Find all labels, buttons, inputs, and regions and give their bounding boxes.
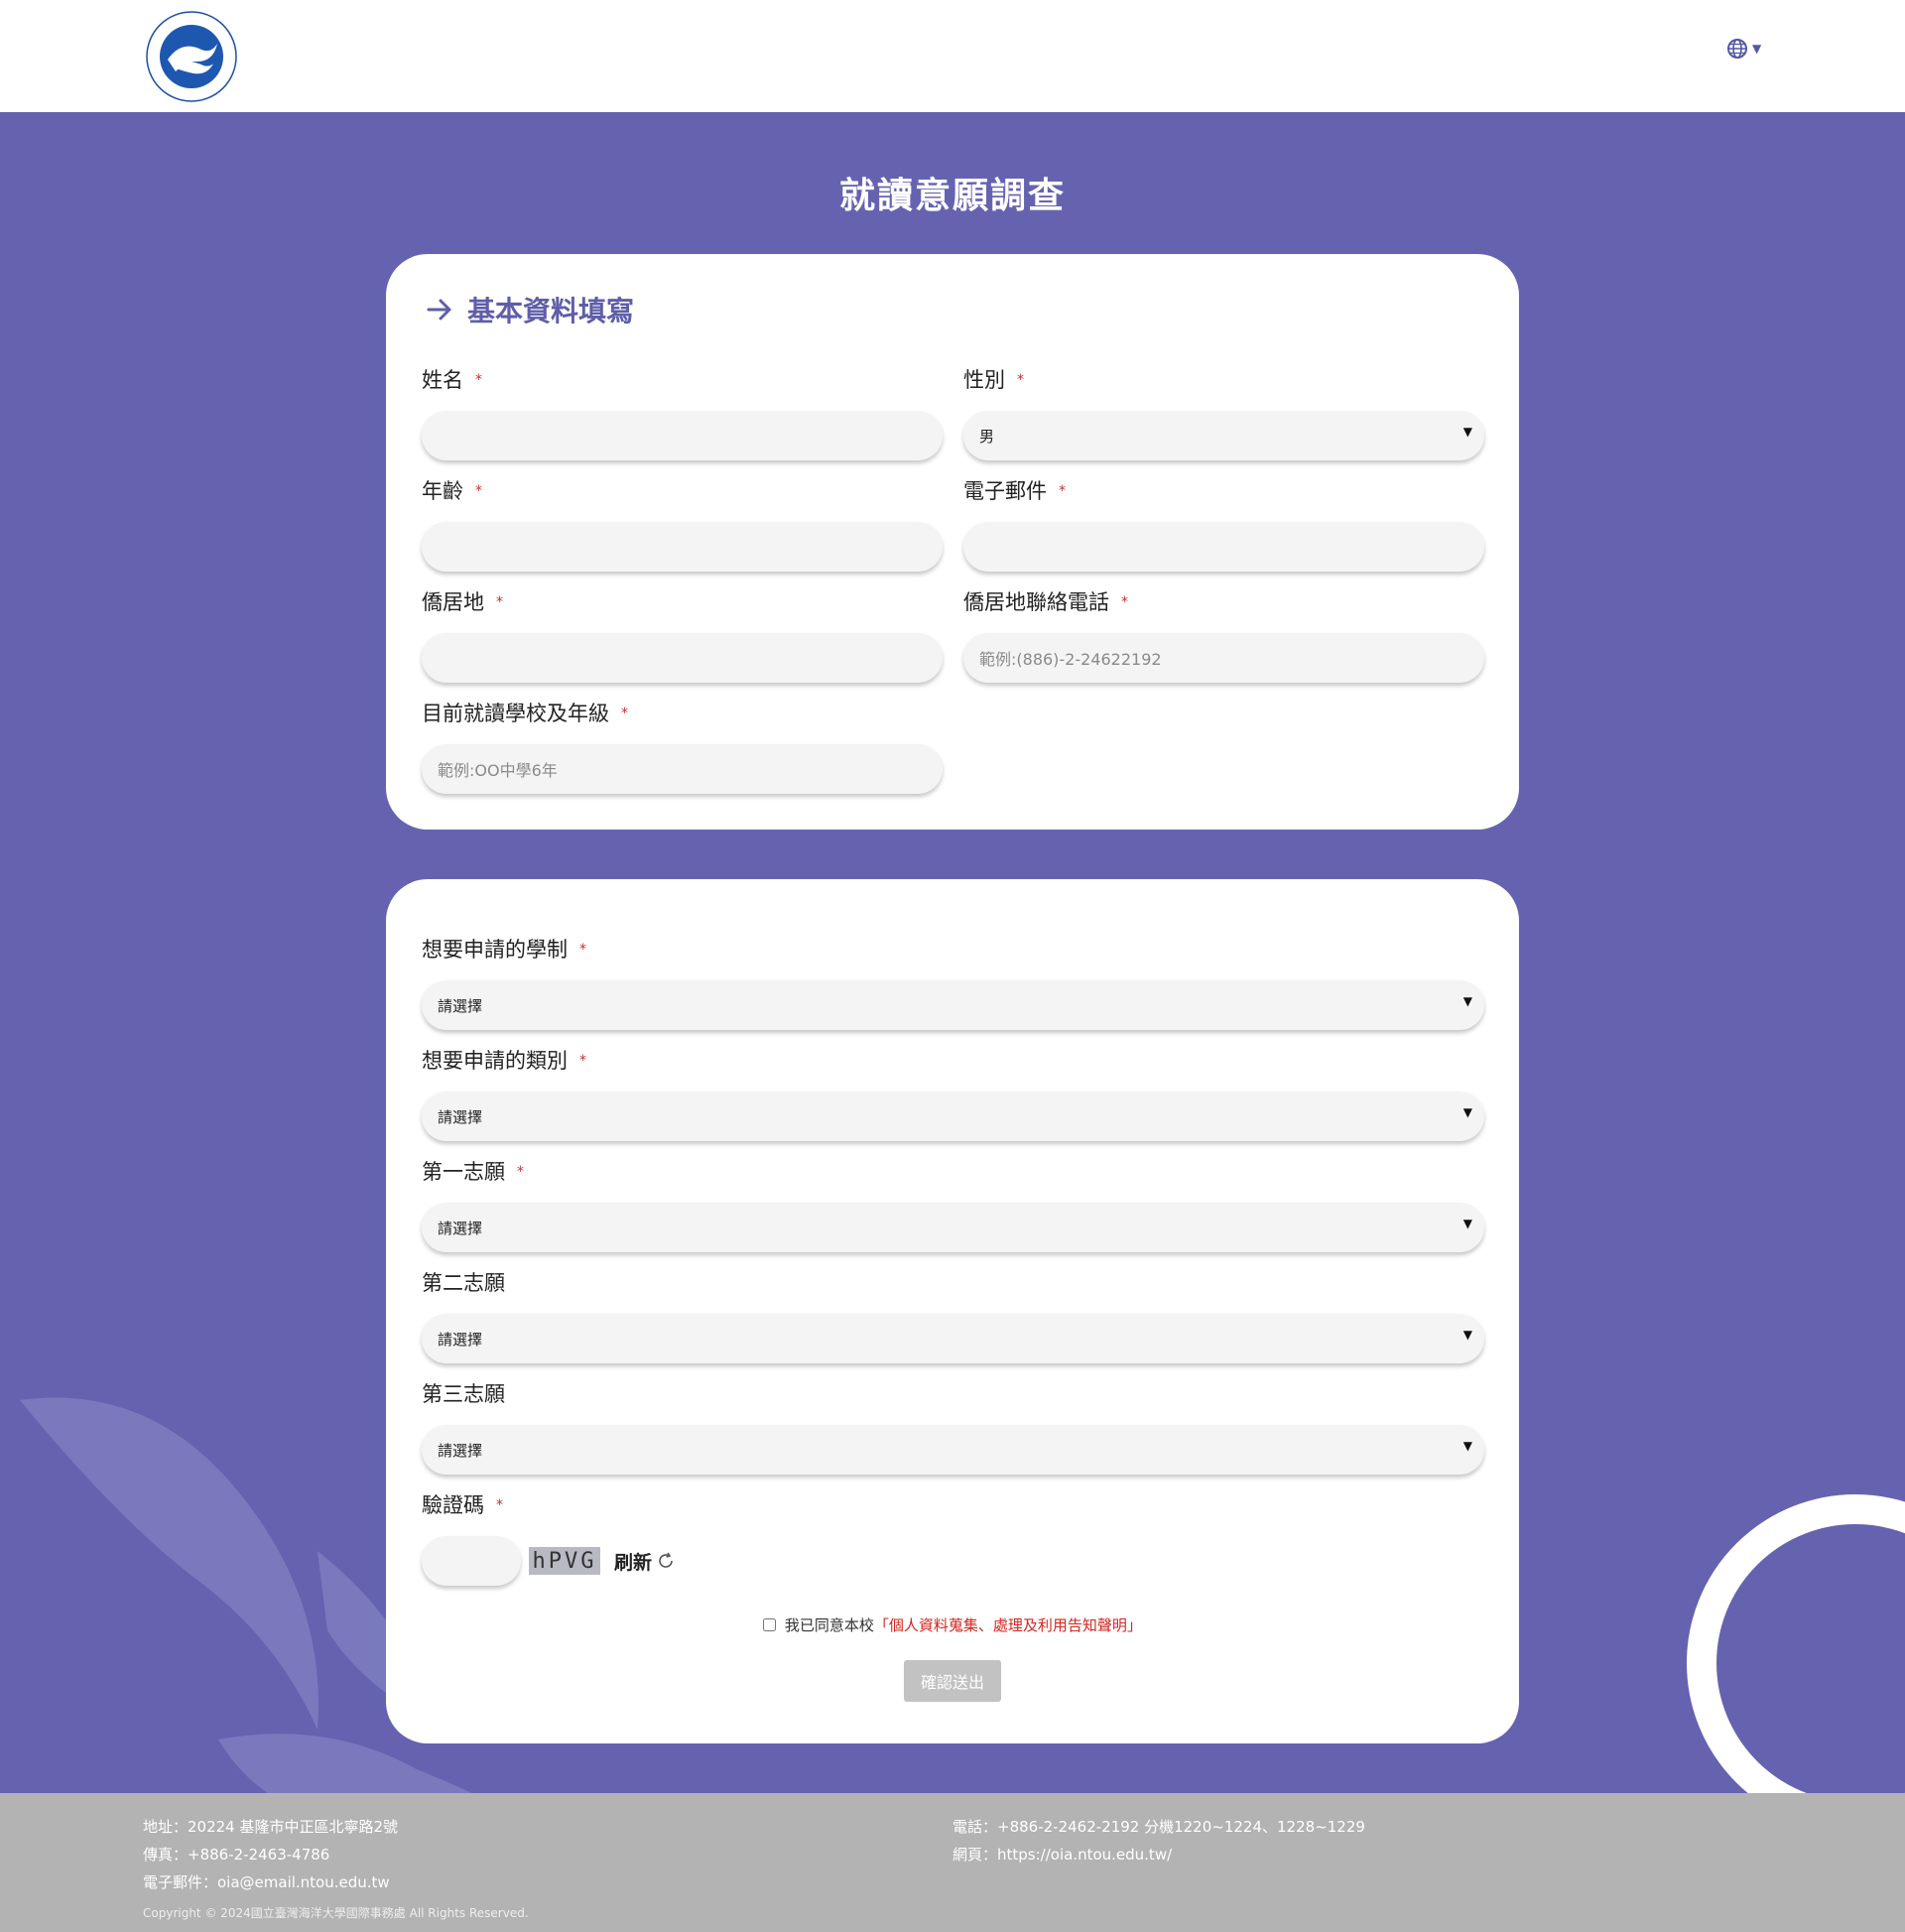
select-value: 請選擇 xyxy=(438,1441,483,1460)
section-heading-text: 基本資料填寫 xyxy=(467,295,635,327)
footer-fax: 傳真：+886-2-2463-4786 xyxy=(143,1846,330,1864)
select-arrow-icon: ▼ xyxy=(1462,1328,1472,1342)
required-mark: * xyxy=(579,942,586,958)
category-field: 想要申請的類別 * 請選擇 ▼ xyxy=(422,1046,1484,1141)
ring-decoration xyxy=(1687,1494,1905,1793)
select-value: 請選擇 xyxy=(438,996,483,1015)
required-mark: * xyxy=(517,1164,524,1180)
email-field: 電子郵件 * xyxy=(963,476,1484,572)
phone-placeholder: 範例:(886)-2-24622192 xyxy=(979,650,1162,669)
select-arrow-icon: ▼ xyxy=(1462,1217,1472,1230)
footer-address: 地址：20224 基隆市中正區北寧路2號 xyxy=(143,1818,399,1836)
name-label: 姓名 xyxy=(422,368,463,392)
refresh-label: 刷新 xyxy=(614,1551,653,1574)
captcha-input[interactable] xyxy=(422,1536,521,1586)
school-label: 目前就讀學校及年級 xyxy=(422,702,609,725)
select-arrow-icon: ▼ xyxy=(1462,994,1472,1008)
email-input[interactable] xyxy=(963,522,1484,572)
required-mark: * xyxy=(475,483,482,499)
consent-text: 我已同意本校 xyxy=(784,1616,874,1634)
gender-value: 男 xyxy=(979,427,995,446)
required-mark: * xyxy=(621,706,628,721)
required-mark: * xyxy=(496,1497,503,1513)
system-label: 想要申請的學制 xyxy=(422,938,568,962)
system-select[interactable]: 請選擇 ▼ xyxy=(422,980,1484,1030)
school-placeholder: 範例:OO中學6年 xyxy=(438,761,558,780)
footer-contact-right: 電話：+886-2-2462-2192 分機1220~1224、1228~122… xyxy=(952,1813,1365,1868)
captcha-refresh-button[interactable]: 刷新 xyxy=(614,1548,676,1575)
page-title: 就讀意願調查 xyxy=(838,176,1066,216)
choice1-field: 第一志願 * 請選擇 ▼ xyxy=(422,1157,1484,1252)
chevron-down-icon: ▼ xyxy=(1752,42,1762,56)
language-selector[interactable]: ▼ xyxy=(1726,38,1761,60)
basic-info-card: 基本資料填寫 姓名 * 性別 * 男 ▼ 年齡 * 電子郵件 * 僑居地 * 僑居地聯絡電話… xyxy=(386,254,1519,830)
select-value: 請選擇 xyxy=(438,1107,483,1126)
privacy-statement-link[interactable]: 「個人資料蒐集、處理及利用告知聲明」 xyxy=(874,1616,1142,1634)
ntou-seal-logo[interactable] xyxy=(141,10,242,103)
required-mark: * xyxy=(1017,372,1024,388)
gender-label: 性別 xyxy=(963,368,1005,392)
globe-icon xyxy=(1727,39,1747,59)
select-value: 請選擇 xyxy=(438,1219,483,1237)
choice3-label: 第三志願 xyxy=(422,1382,505,1406)
select-arrow-icon: ▼ xyxy=(1462,1439,1472,1453)
required-mark: * xyxy=(496,594,503,610)
required-mark: * xyxy=(1121,594,1128,610)
main-content: 就讀意願調查 基本資料填寫 姓名 * 性別 * 男 ▼ 年齡 * 電子郵件 * 僑居地 * xyxy=(0,112,1905,1793)
select-arrow-icon: ▼ xyxy=(1462,1105,1472,1119)
captcha-field: 驗證碼 * hPVG 刷新 xyxy=(422,1490,1017,1586)
refresh-icon xyxy=(659,1552,673,1568)
captcha-label: 驗證碼 xyxy=(422,1493,484,1517)
name-field: 姓名 * xyxy=(422,365,943,460)
age-input[interactable] xyxy=(422,522,943,572)
captcha-image: hPVG xyxy=(529,1547,600,1575)
site-header: ▼ xyxy=(0,0,1905,112)
select-value: 請選擇 xyxy=(438,1330,483,1349)
footer-contact-left: 地址：20224 基隆市中正區北寧路2號 傳真：+886-2-2463-4786… xyxy=(143,1813,398,1896)
application-card: 想要申請的學制 * 請選擇 ▼ 想要申請的類別 * 請選擇 ▼ 第一志願 * 請選擇 ▼ 第… xyxy=(386,879,1519,1743)
email-label: 電子郵件 xyxy=(963,479,1047,503)
phone-label: 僑居地聯絡電話 xyxy=(963,590,1109,614)
residence-input[interactable] xyxy=(422,633,943,683)
consent-row: 我已同意本校「個人資料蒐集、處理及利用告知聲明」 xyxy=(386,1614,1519,1635)
category-label: 想要申請的類別 xyxy=(422,1049,568,1073)
category-select[interactable]: 請選擇 ▼ xyxy=(422,1092,1484,1141)
gender-field: 性別 * 男 ▼ xyxy=(963,365,1484,460)
school-field: 目前就讀學校及年級 * 範例:OO中學6年 xyxy=(422,699,943,794)
choice2-field: 第二志願 請選擇 ▼ xyxy=(422,1268,1484,1363)
arrow-right-icon xyxy=(427,299,451,321)
choice3-select[interactable]: 請選擇 ▼ xyxy=(422,1425,1484,1475)
age-field: 年齡 * xyxy=(422,476,943,572)
consent-checkbox[interactable] xyxy=(763,1618,777,1631)
choice1-label: 第一志願 xyxy=(422,1160,505,1184)
residence-field: 僑居地 * xyxy=(422,587,943,683)
submit-button[interactable]: 確認送出 xyxy=(904,1660,1001,1702)
site-footer: 地址：20224 基隆市中正區北寧路2號 傳真：+886-2-2463-4786… xyxy=(0,1793,1905,1932)
school-input[interactable]: 範例:OO中學6年 xyxy=(422,744,943,794)
footer-email[interactable]: 電子郵件：oia@email.ntou.edu.tw xyxy=(143,1868,398,1896)
footer-website-link[interactable]: 網頁：https://oia.ntou.edu.tw/ xyxy=(952,1841,1365,1868)
phone-input[interactable]: 範例:(886)-2-24622192 xyxy=(963,633,1484,683)
residence-label: 僑居地 xyxy=(422,590,484,614)
name-input[interactable] xyxy=(422,411,943,460)
choice2-select[interactable]: 請選擇 ▼ xyxy=(422,1314,1484,1363)
gender-select[interactable]: 男 ▼ xyxy=(963,411,1484,460)
system-field: 想要申請的學制 * 請選擇 ▼ xyxy=(422,935,1484,1030)
required-mark: * xyxy=(579,1053,586,1069)
section-heading: 基本資料填寫 xyxy=(426,290,634,329)
required-mark: * xyxy=(1059,483,1066,499)
choice1-select[interactable]: 請選擇 ▼ xyxy=(422,1203,1484,1252)
age-label: 年齡 xyxy=(422,479,463,503)
phone-field: 僑居地聯絡電話 * 範例:(886)-2-24622192 xyxy=(963,587,1484,683)
choice2-label: 第二志願 xyxy=(422,1271,505,1295)
required-mark: * xyxy=(475,372,482,388)
choice3-field: 第三志願 請選擇 ▼ xyxy=(422,1379,1484,1475)
select-arrow-icon: ▼ xyxy=(1462,425,1472,439)
footer-phone: 電話：+886-2-2462-2192 分機1220~1224、1228~122… xyxy=(952,1818,1365,1836)
footer-copyright: Copyright © 2024國立臺灣海洋大學國際事務處 All Rights… xyxy=(143,1906,529,1920)
